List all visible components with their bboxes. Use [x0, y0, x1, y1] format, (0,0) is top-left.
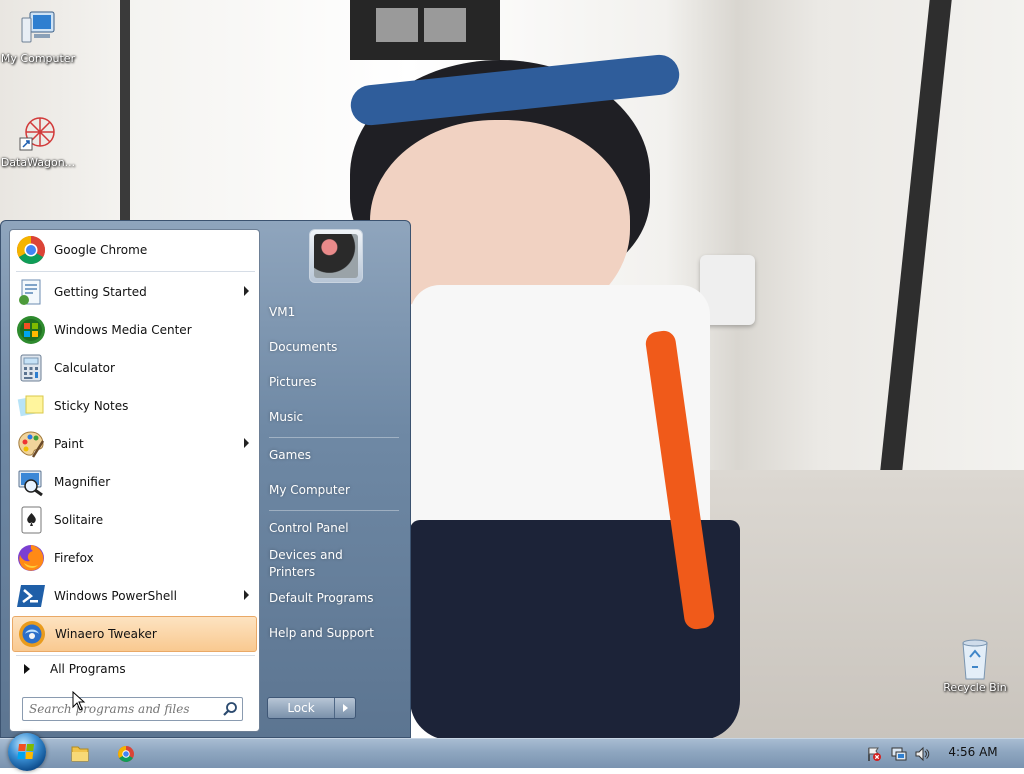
chevron-right-icon — [342, 704, 348, 712]
folder-icon — [71, 746, 89, 762]
start-item-solitaire[interactable]: Solitaire — [12, 502, 257, 538]
start-search-box[interactable] — [22, 697, 243, 721]
start-item-label: Windows PowerShell — [54, 589, 177, 603]
calculator-icon — [16, 353, 46, 383]
powershell-icon — [16, 581, 46, 611]
desktop-icon-datawagon[interactable]: DataWagon... — [0, 112, 76, 169]
all-programs-label: All Programs — [50, 662, 126, 676]
start-item-google-chrome[interactable]: Google Chrome — [12, 232, 257, 268]
start-link-pictures[interactable]: Pictures — [269, 374, 404, 391]
start-item-paint[interactable]: Paint — [12, 426, 257, 462]
datawagon-icon — [18, 112, 58, 152]
submenu-arrow-icon — [244, 590, 249, 600]
start-item-sticky-notes[interactable]: Sticky Notes — [12, 388, 257, 424]
chrome-icon — [118, 746, 134, 762]
chrome-icon — [16, 235, 46, 265]
submenu-arrow-icon — [244, 286, 249, 296]
start-button[interactable] — [8, 733, 46, 771]
volume-icon[interactable] — [914, 746, 930, 762]
start-item-label: Winaero Tweaker — [55, 627, 157, 641]
start-item-label: Calculator — [54, 361, 115, 375]
start-item-label: Solitaire — [54, 513, 104, 527]
start-link-games[interactable]: Games — [269, 447, 404, 464]
paint-palette-icon — [16, 429, 46, 459]
desktop-icon-recycle-bin[interactable]: Recycle Bin — [937, 637, 1013, 694]
start-link-documents[interactable]: Documents — [269, 339, 404, 356]
lock-button[interactable]: Lock — [267, 697, 356, 719]
wallpaper-floor — [690, 470, 1024, 738]
taskbar-windows-explorer-button[interactable] — [64, 742, 96, 766]
separator — [269, 510, 399, 511]
start-item-label: Google Chrome — [54, 243, 148, 257]
start-link-control-panel[interactable]: Control Panel — [269, 520, 404, 537]
desktop-icon-my-computer[interactable]: My Computer — [0, 8, 76, 65]
taskbar-clock[interactable]: 4:56 AM — [938, 745, 1008, 759]
user-account-picture[interactable] — [309, 229, 363, 283]
start-link-music[interactable]: Music — [269, 409, 404, 426]
start-link-my-computer[interactable]: My Computer — [269, 482, 404, 499]
start-item-label: Sticky Notes — [54, 399, 129, 413]
sticky-notes-icon — [16, 391, 46, 421]
mouse-cursor-icon — [72, 690, 86, 714]
start-item-winaero-tweaker[interactable]: Winaero Tweaker — [12, 616, 257, 652]
start-link-default-programs[interactable]: Default Programs — [269, 590, 404, 607]
start-item-windows-powershell[interactable]: Windows PowerShell — [12, 578, 257, 614]
windows-logo-icon — [17, 744, 34, 759]
taskbar: 4:56 AM — [0, 733, 1024, 771]
submenu-arrow-icon — [244, 438, 249, 448]
firefox-icon — [16, 543, 46, 573]
computer-icon — [18, 8, 58, 48]
winaero-tweaker-icon — [17, 619, 47, 649]
start-item-label: Firefox — [54, 551, 94, 565]
solitaire-card-icon — [16, 505, 46, 535]
windows-media-center-icon — [16, 315, 46, 345]
shutdown-options-button[interactable] — [334, 698, 355, 718]
network-icon[interactable] — [891, 746, 907, 762]
start-menu: Google Chrome Getting Started Windows Me… — [0, 220, 411, 738]
wallpaper-glass-frame — [880, 0, 952, 470]
search-icon[interactable] — [222, 701, 238, 717]
desktop-icon-label: Recycle Bin — [943, 681, 1007, 694]
all-programs-arrow-icon — [24, 664, 30, 674]
taskbar-google-chrome-button[interactable] — [110, 742, 142, 766]
desktop-icon-label: DataWagon... — [0, 156, 76, 169]
start-item-label: Windows Media Center — [54, 323, 192, 337]
all-programs-button[interactable]: All Programs — [12, 654, 257, 684]
start-item-label: Magnifier — [54, 475, 111, 489]
lock-button-label: Lock — [287, 701, 315, 715]
separator — [269, 437, 399, 438]
start-link-user-folder[interactable]: VM1 — [269, 304, 404, 321]
wallpaper-door-frame — [120, 0, 130, 220]
getting-started-icon — [16, 277, 46, 307]
action-center-flag-icon[interactable] — [866, 746, 882, 762]
start-item-label: Getting Started — [54, 285, 147, 299]
start-item-windows-media-center[interactable]: Windows Media Center — [12, 312, 257, 348]
magnifier-icon — [16, 467, 46, 497]
user-picture-icon — [314, 234, 358, 278]
start-item-calculator[interactable]: Calculator — [12, 350, 257, 386]
desktop-icon-label: My Computer — [0, 52, 76, 65]
start-search-input[interactable] — [29, 700, 217, 718]
separator — [16, 271, 255, 272]
start-item-magnifier[interactable]: Magnifier — [12, 464, 257, 500]
start-item-label: Paint — [54, 437, 84, 451]
recycle-bin-icon — [955, 637, 995, 680]
start-link-devices-and-printers[interactable]: Devices and Printers — [269, 547, 364, 581]
start-link-help-and-support[interactable]: Help and Support — [269, 625, 404, 642]
wallpaper-photo-subject — [348, 30, 740, 740]
start-item-getting-started[interactable]: Getting Started — [12, 274, 257, 310]
start-menu-programs-pane: Google Chrome Getting Started Windows Me… — [9, 229, 260, 732]
start-item-firefox[interactable]: Firefox — [12, 540, 257, 576]
